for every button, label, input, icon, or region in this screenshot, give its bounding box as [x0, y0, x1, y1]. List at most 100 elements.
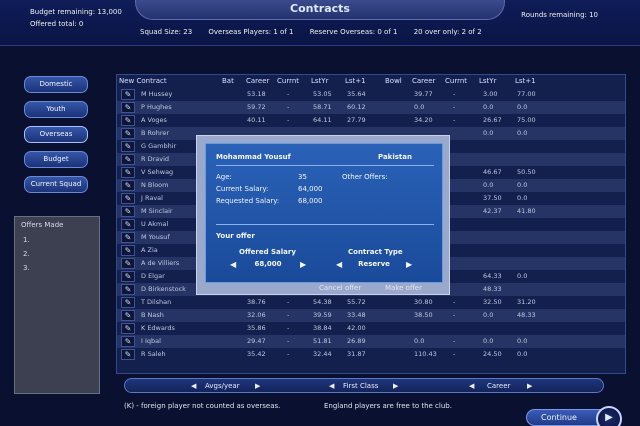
bowl-lst1-cell: 75.00 [517, 116, 536, 124]
contract-pen-icon[interactable]: ✎ [121, 310, 135, 321]
bowl-lstyr-cell: 26.67 [483, 116, 502, 124]
col-bat-career: Career [246, 77, 270, 85]
nav-youth-button[interactable]: Youth [24, 101, 88, 118]
contract-pen-icon[interactable]: ✎ [121, 141, 135, 152]
avgs-prev-arrow[interactable]: ◀ [191, 382, 196, 390]
contract-pen-icon[interactable]: ✎ [121, 193, 135, 204]
bowl-currnt-cell: - [453, 116, 456, 124]
bowl-lstyr-cell: 64.33 [483, 272, 502, 280]
offer-slot: 1. [23, 236, 30, 244]
first-class-prev-arrow[interactable]: ◀ [329, 382, 334, 390]
nav-current-squad-button[interactable]: Current Squad [24, 176, 88, 193]
bowl-lstyr-cell: 32.50 [483, 298, 502, 306]
table-row[interactable]: ✎ K Edwards 35.86 - 38.84 42.00 [117, 322, 625, 335]
table-row[interactable]: ✎ I Iqbal 29.47 - 51.81 26.89 0.0 - 0.0 0.0 [117, 335, 625, 348]
offer-slot: 3. [23, 264, 30, 272]
bowl-lst1-cell: 48.33 [517, 311, 536, 319]
bowl-lst1-cell: 31.20 [517, 298, 536, 306]
current-salary-value: 64,000 [298, 185, 323, 193]
bat-lst1-cell: 55.72 [347, 298, 366, 306]
nav-domestic-button[interactable]: Domestic [24, 76, 88, 93]
contract-pen-icon[interactable]: ✎ [121, 323, 135, 334]
table-header: New Contract Bat Career Currnt LstYr Lst… [117, 75, 625, 87]
contract-pen-icon[interactable]: ✎ [121, 336, 135, 347]
career-label[interactable]: Career [487, 382, 510, 390]
contract-pen-icon[interactable]: ✎ [121, 167, 135, 178]
table-row[interactable]: ✎ P Hughes 59.72 - 58.71 60.12 0.0 - 0.0 0.0 [117, 101, 625, 114]
contract-pen-icon[interactable]: ✎ [121, 128, 135, 139]
player-name-cell: M Sinclair [141, 207, 173, 215]
nav-budget-button[interactable]: Budget [24, 151, 88, 168]
career-prev-arrow[interactable]: ◀ [469, 382, 474, 390]
salary-decrease-arrow[interactable]: ◀ [230, 260, 236, 269]
bat-lstyr-cell: 53.05 [313, 90, 332, 98]
stats-view-bar: ◀ Avgs/year ▶ ◀ First Class ▶ ◀ Career ▶ [124, 378, 604, 393]
nav-overseas-button[interactable]: Overseas [24, 126, 88, 143]
table-row[interactable]: ✎ M Hussey 53.18 - 53.05 35.64 39.77 - 3.00 77.00 [117, 88, 625, 101]
page-title: Contracts [290, 2, 350, 15]
bat-lstyr-cell: 32.44 [313, 350, 332, 358]
bowl-currnt-cell: - [453, 311, 456, 319]
table-row[interactable]: ✎ T Dilshan 38.76 - 54.38 55.72 30.80 - 32.50 31.… [117, 296, 625, 309]
bat-currnt-cell: - [287, 90, 290, 98]
player-name-cell: B Rohrer [141, 129, 170, 137]
player-name-cell: A Zia [141, 246, 158, 254]
foreign-player-note: (K) - foreign player not counted as over… [124, 402, 281, 410]
continue-arrow-icon[interactable]: ▶ [596, 406, 622, 426]
contract-pen-icon[interactable]: ✎ [121, 349, 135, 360]
table-row[interactable]: ✎ R Saleh 35.42 - 32.44 31.87 110.43 - 24.50 0.0 [117, 348, 625, 361]
player-name-cell: M Hussey [141, 90, 173, 98]
contract-type-prev-arrow[interactable]: ◀ [336, 260, 342, 269]
col-bowl: Bowl [385, 77, 402, 85]
contract-pen-icon[interactable]: ✎ [121, 232, 135, 243]
offered-salary-value: 68,000 [254, 260, 282, 268]
contract-pen-icon[interactable]: ✎ [121, 284, 135, 295]
england-players-note: England players are free to the club. [324, 402, 452, 410]
table-row[interactable]: ✎ B Nash 32.06 - 39.59 33.48 38.50 - 0.0 48.33 [117, 309, 625, 322]
contract-pen-icon[interactable]: ✎ [121, 206, 135, 217]
contract-pen-icon[interactable]: ✎ [121, 89, 135, 100]
contract-pen-icon[interactable]: ✎ [121, 219, 135, 230]
contract-type-next-arrow[interactable]: ▶ [406, 260, 412, 269]
avgs-year-label[interactable]: Avgs/year [205, 382, 240, 390]
contract-pen-icon[interactable]: ✎ [121, 102, 135, 113]
bowl-lst1-cell: 0.0 [517, 194, 528, 202]
offered-total: Offered total: 0 [30, 20, 84, 28]
avgs-next-arrow[interactable]: ▶ [255, 382, 260, 390]
make-offer-button[interactable]: Make offer [385, 284, 422, 292]
bat-lstyr-cell: 54.38 [313, 298, 332, 306]
bowl-lstyr-cell: 46.67 [483, 168, 502, 176]
salary-increase-arrow[interactable]: ▶ [300, 260, 306, 269]
first-class-next-arrow[interactable]: ▶ [393, 382, 398, 390]
bowl-career-cell: 38.50 [414, 311, 433, 319]
career-next-arrow[interactable]: ▶ [527, 382, 532, 390]
bat-lst1-cell: 35.64 [347, 90, 366, 98]
bat-currnt-cell: - [287, 103, 290, 111]
bat-career-cell: 53.18 [247, 90, 266, 98]
bat-currnt-cell: - [287, 350, 290, 358]
table-row[interactable]: ✎ A Voges 40.11 - 64.11 27.79 34.20 - 26.67 75.00 [117, 114, 625, 127]
contract-pen-icon[interactable]: ✎ [121, 154, 135, 165]
player-name-cell: M Yousuf [141, 233, 170, 241]
contract-pen-icon[interactable]: ✎ [121, 258, 135, 269]
age-label: Age: [216, 173, 232, 181]
contract-pen-icon[interactable]: ✎ [121, 180, 135, 191]
col-bat-lstyr: LstYr [311, 77, 329, 85]
contract-pen-icon[interactable]: ✎ [121, 245, 135, 256]
bat-lst1-cell: 31.87 [347, 350, 366, 358]
col-bat-currnt: Currnt [277, 77, 300, 85]
cancel-offer-button[interactable]: Cancel offer [319, 284, 361, 292]
contract-pen-icon[interactable]: ✎ [121, 115, 135, 126]
squad-status: Squad Size: 23 Overseas Players: 1 of 1 … [140, 28, 496, 36]
bat-career-cell: 32.06 [247, 311, 266, 319]
bat-lstyr-cell: 38.84 [313, 324, 332, 332]
first-class-label[interactable]: First Class [343, 382, 378, 390]
bat-currnt-cell: - [287, 337, 290, 345]
contract-pen-icon[interactable]: ✎ [121, 297, 135, 308]
player-name-cell: R Saleh [141, 350, 166, 358]
col-bowl-career: Career [412, 77, 436, 85]
player-name: Mohammad Yousuf [216, 153, 291, 161]
bat-lst1-cell: 33.48 [347, 311, 366, 319]
bat-career-cell: 29.47 [247, 337, 266, 345]
contract-pen-icon[interactable]: ✎ [121, 271, 135, 282]
